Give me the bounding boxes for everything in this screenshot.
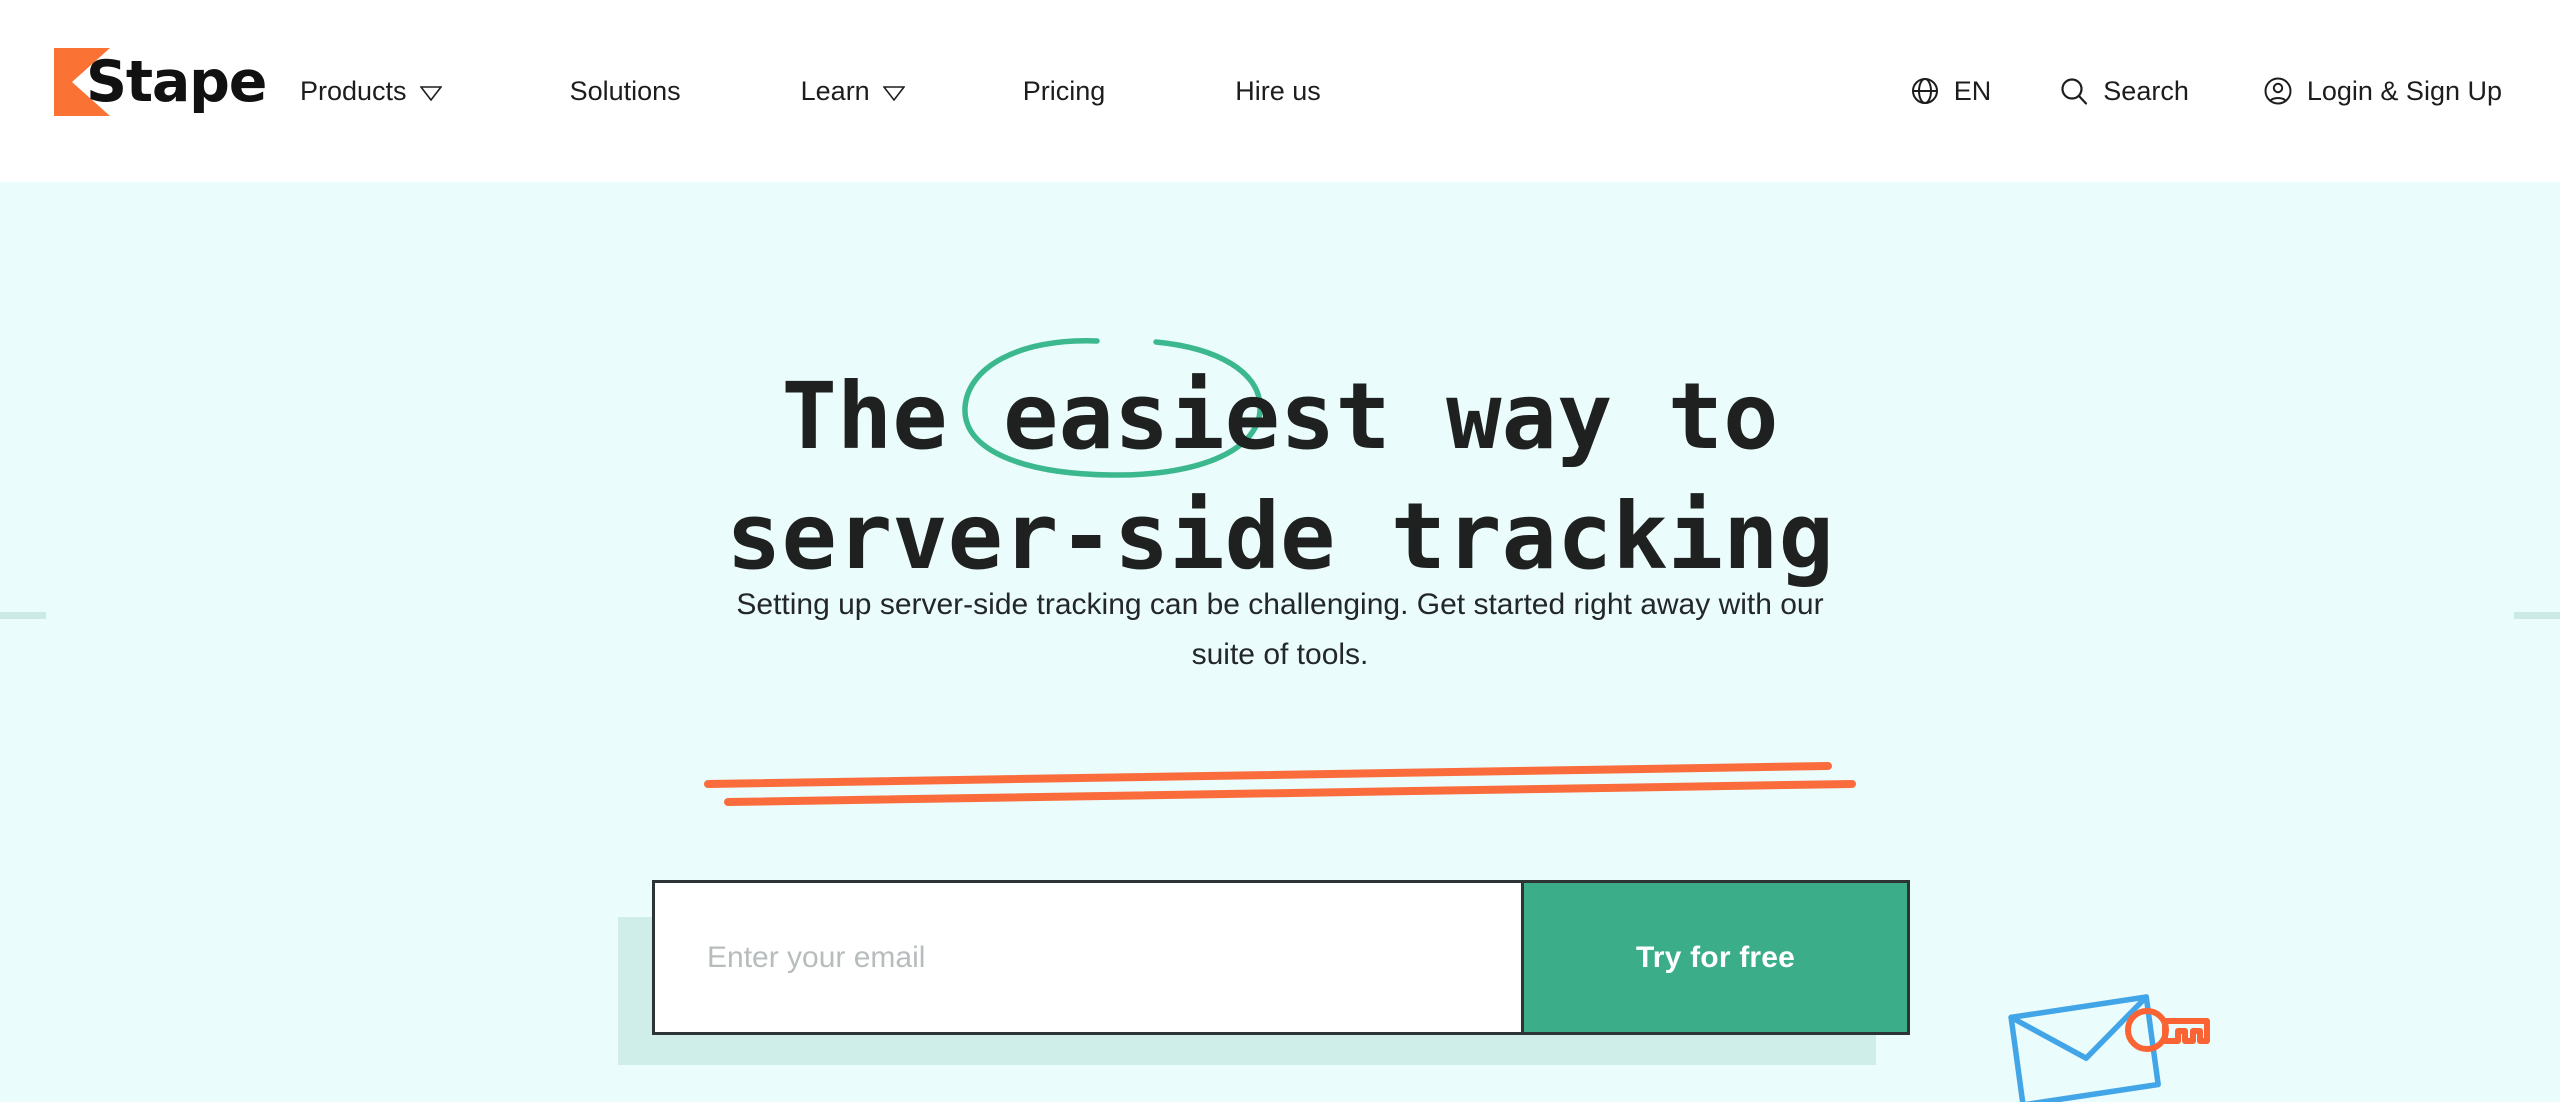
language-label: EN xyxy=(1953,75,1992,106)
search-label: Search xyxy=(2103,75,2189,106)
search-button[interactable]: Search xyxy=(2059,76,2189,107)
decor-edge-tick-right xyxy=(2514,612,2560,619)
chevron-down-icon xyxy=(882,85,905,101)
login-signup-button[interactable]: Login & Sign Up xyxy=(2263,76,2502,107)
brand-name: Stape xyxy=(86,48,267,115)
envelope-icon xyxy=(2008,994,2161,1102)
page-root: Stape Products Solutions Learn Pricing H… xyxy=(0,0,2560,1102)
chevron-down-icon xyxy=(419,85,442,101)
nav-item-hire-us[interactable]: Hire us xyxy=(1235,76,1321,107)
hero-subtitle: Setting up server-side tracking can be c… xyxy=(736,588,1824,671)
nav-item-hire-us-label: Hire us xyxy=(1235,75,1321,106)
globe-icon xyxy=(1911,78,1938,104)
nav-item-learn[interactable]: Learn xyxy=(801,76,905,107)
nav-item-solutions-label: Solutions xyxy=(569,75,681,106)
decor-edge-tick-left xyxy=(0,612,46,619)
search-icon xyxy=(2061,78,2088,105)
nav-item-products-label: Products xyxy=(300,75,407,106)
login-signup-label: Login & Sign Up xyxy=(2306,75,2502,106)
envelope-key-arrow-illustration xyxy=(2008,994,2210,1102)
key-icon xyxy=(2125,1008,2210,1052)
email-input[interactable] xyxy=(655,883,1521,1032)
nav-item-pricing[interactable]: Pricing xyxy=(1023,76,1106,107)
brand-logo[interactable]: Stape xyxy=(52,46,267,118)
signup-form: Try for free xyxy=(652,880,1910,1035)
nav-item-products[interactable]: Products xyxy=(300,76,442,107)
site-header: Stape Products Solutions Learn Pricing H… xyxy=(0,0,2560,182)
hero-section: The easiest way to server-side tracking … xyxy=(0,182,2560,1102)
header-right-actions: EN Search Login & Sign Up xyxy=(1910,0,2502,182)
nav-item-pricing-label: Pricing xyxy=(1022,75,1106,106)
nav-item-learn-label: Learn xyxy=(800,75,870,106)
nav-item-solutions[interactable]: Solutions xyxy=(570,76,681,107)
user-circle-icon xyxy=(2264,77,2292,105)
try-for-free-button[interactable]: Try for free xyxy=(1521,883,1907,1032)
hero-headline: The easiest way to server-side tracking xyxy=(726,363,1834,590)
main-navigation: Products Solutions Learn Pricing Hire us xyxy=(300,0,1321,182)
hand-drawn-underline-icon xyxy=(704,762,1856,806)
language-switcher[interactable]: EN xyxy=(1910,75,1992,107)
